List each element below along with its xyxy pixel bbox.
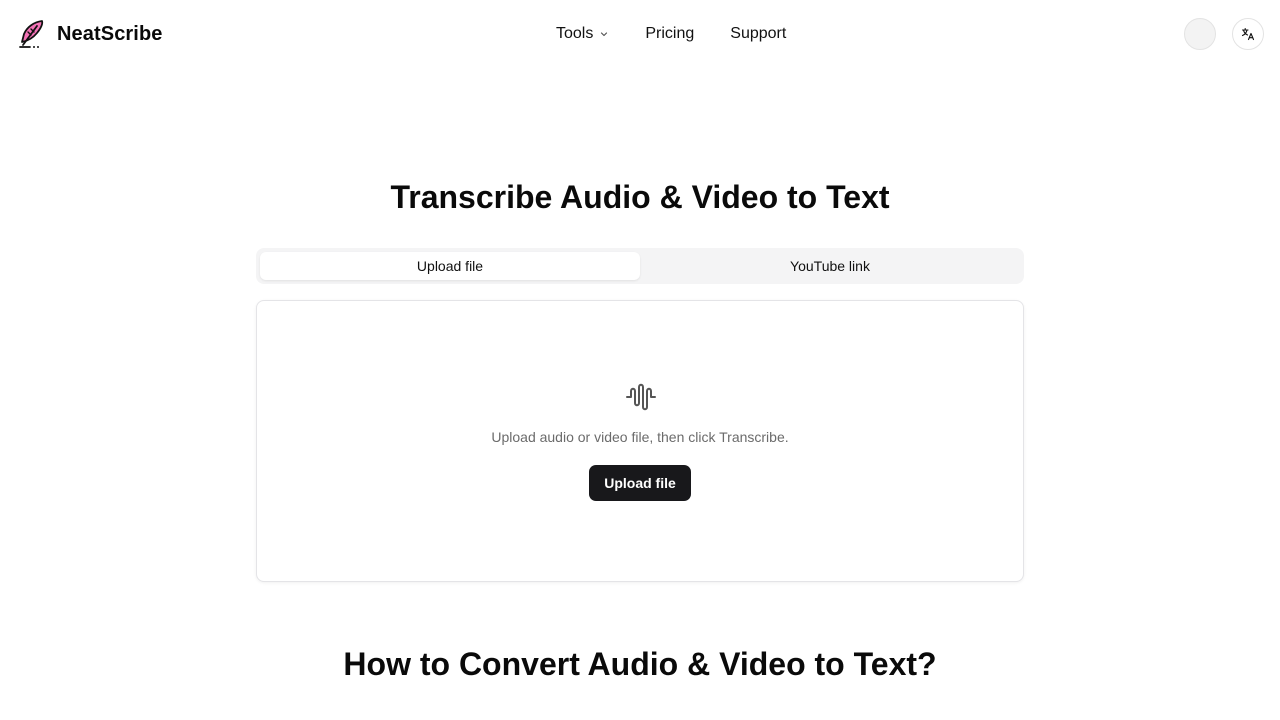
brand-name: NeatScribe <box>57 22 163 45</box>
input-mode-tabs: Upload file YouTube link <box>256 248 1024 284</box>
nav-support-label: Support <box>730 25 787 42</box>
upload-file-button[interactable]: Upload file <box>589 465 691 501</box>
nav-pricing-label: Pricing <box>645 25 695 42</box>
brand-logo[interactable]: NeatScribe <box>16 16 163 52</box>
translate-icon <box>1241 27 1255 41</box>
nav-tools-dropdown[interactable]: Tools <box>556 25 609 43</box>
chevron-down-icon <box>593 29 609 39</box>
nav-support-link[interactable]: Support <box>730 25 786 43</box>
language-switch-button[interactable] <box>1232 18 1264 50</box>
tab-youtube-link[interactable]: YouTube link <box>640 252 1020 280</box>
how-to-section-title: How to Convert Audio & Video to Text? <box>343 646 937 682</box>
user-avatar-button[interactable] <box>1184 18 1216 50</box>
tab-upload-file[interactable]: Upload file <box>260 252 640 280</box>
feather-pen-icon <box>16 18 48 50</box>
upload-instructions: Upload audio or video file, then click T… <box>491 429 789 445</box>
main-nav: Tools Pricing Support <box>556 22 786 46</box>
page-title: Transcribe Audio & Video to Text <box>390 179 890 215</box>
audio-waveform-icon <box>625 381 657 413</box>
site-header: NeatScribe Tools Pricing Support <box>0 0 1280 68</box>
nav-pricing-link[interactable]: Pricing <box>645 25 694 43</box>
upload-dropzone[interactable]: Upload audio or video file, then click T… <box>256 300 1024 582</box>
nav-tools-label: Tools <box>556 25 594 42</box>
